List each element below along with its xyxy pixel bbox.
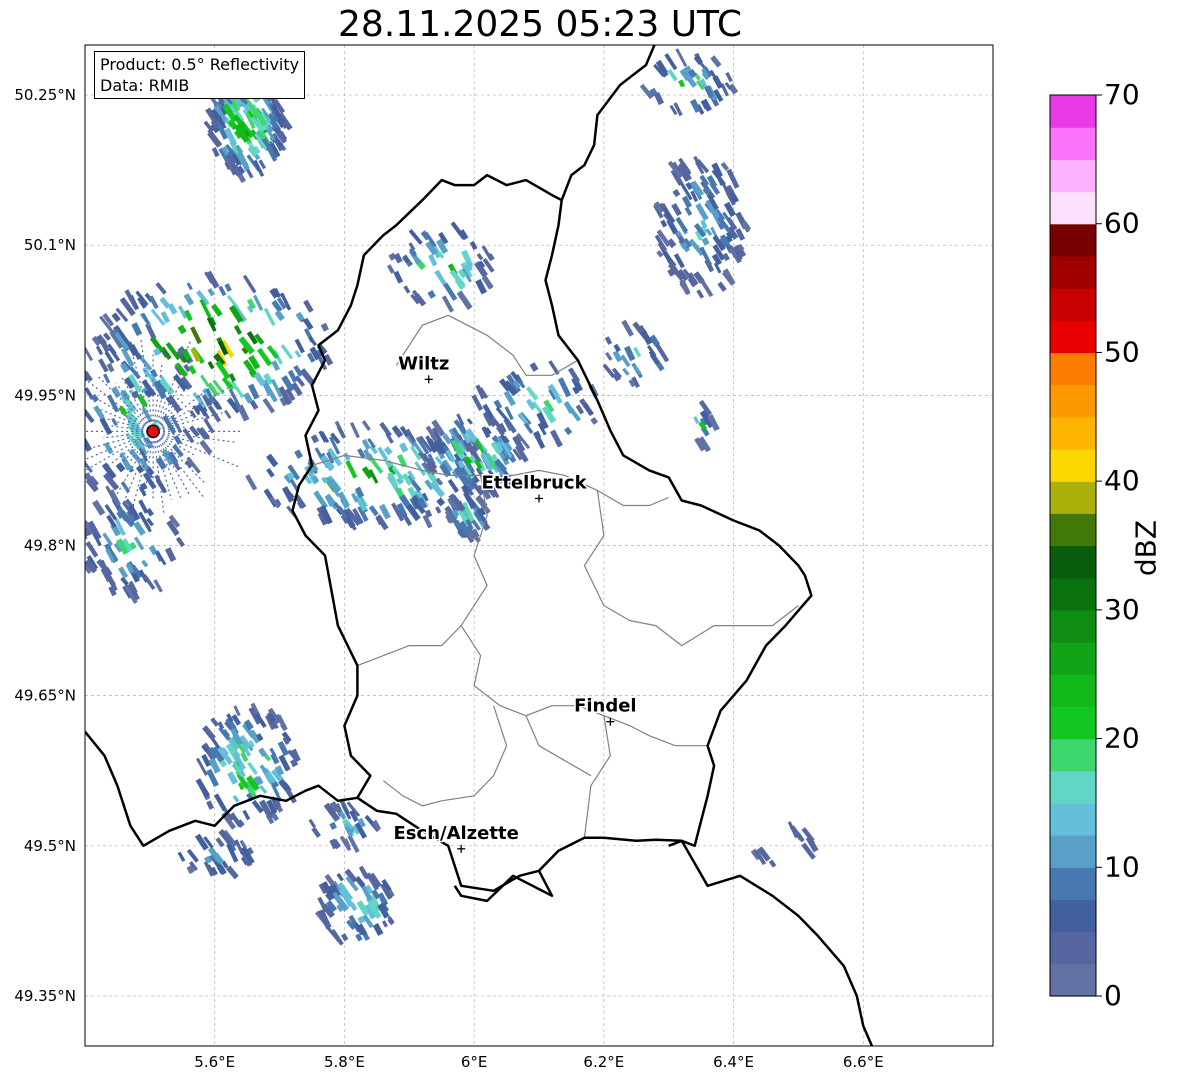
- colorbar-swatch: [1050, 255, 1096, 289]
- product-info-box: Product: 0.5° Reflectivity Data: RMIB: [94, 51, 306, 99]
- colorbar-swatch: [1050, 899, 1096, 933]
- colorbar-swatch: [1050, 802, 1096, 836]
- colorbar-tick-label: 60: [1104, 207, 1140, 240]
- x-tick-label: 6.6°E: [843, 1053, 884, 1071]
- colorbar-swatch: [1050, 159, 1096, 193]
- colorbar-tick-label: 70: [1104, 78, 1140, 111]
- colorbar-swatch: [1050, 674, 1096, 707]
- y-tick-label: 49.35°N: [14, 987, 76, 1005]
- echo-cell: [63, 431, 72, 442]
- colorbar-swatch: [1050, 835, 1096, 868]
- colorbar-swatch: [1050, 352, 1096, 386]
- y-tick-label: 50.25°N: [14, 86, 76, 104]
- y-tick-label: 49.95°N: [14, 386, 76, 404]
- colorbar-swatch: [1050, 288, 1096, 321]
- colorbar-swatch: [1050, 867, 1096, 901]
- colorbar-tick-label: 0: [1104, 979, 1122, 1012]
- y-tick-label: 49.65°N: [14, 687, 76, 705]
- data-source-label: Data: RMIB: [100, 76, 190, 95]
- radar-site-dot: [146, 424, 160, 438]
- colorbar-swatch: [1050, 577, 1096, 611]
- colorbar-swatch: [1050, 513, 1096, 547]
- plot-area: [85, 45, 993, 1046]
- colorbar-swatch: [1050, 770, 1096, 804]
- colorbar-swatch: [1050, 416, 1096, 450]
- echo-cell: [56, 423, 70, 443]
- echo-cell: [70, 450, 80, 462]
- colorbar-swatch: [1050, 191, 1096, 225]
- y-tick-label: 49.8°N: [24, 537, 76, 555]
- x-tick-label: 6.2°E: [583, 1053, 624, 1071]
- colorbar-swatch: [1050, 963, 1096, 997]
- colorbar: 0 10 20 30 40 50 60 70: [1049, 78, 1140, 1012]
- colorbar-tick-label: 30: [1104, 593, 1140, 626]
- city-label: Esch/Alzette: [394, 823, 519, 844]
- colorbar-tick-label: 50: [1104, 335, 1140, 368]
- colorbar-swatch: [1050, 481, 1096, 514]
- colorbar-swatch: [1050, 931, 1096, 965]
- x-tick-label: 6.4°E: [713, 1053, 754, 1071]
- colorbar-swatch: [1050, 609, 1096, 643]
- colorbar-swatch: [1050, 320, 1096, 354]
- colorbar-tick-label: 20: [1104, 722, 1140, 755]
- city-label: Findel: [574, 696, 637, 717]
- x-tick-label: 6°E: [461, 1053, 488, 1071]
- x-axis-ticks: 5.6°E 5.8°E 6°E 6.2°E 6.4°E 6.6°E: [194, 1053, 883, 1071]
- colorbar-swatch: [1050, 738, 1096, 772]
- city-label: Wiltz: [398, 353, 449, 374]
- product-label: Product: 0.5° Reflectivity: [100, 55, 300, 74]
- colorbar-label: dBZ: [1129, 519, 1163, 577]
- colorbar-swatch: [1050, 545, 1096, 579]
- colorbar-swatch: [1050, 384, 1096, 418]
- echo-cell: [63, 415, 73, 427]
- colorbar-swatch: [1050, 706, 1096, 740]
- colorbar-tick-label: 10: [1104, 850, 1140, 883]
- y-axis-ticks: 50.25°N 50.1°N 49.95°N 49.8°N 49.65°N 49.5°N 4…: [14, 86, 76, 1005]
- colorbar-swatch: [1050, 127, 1096, 160]
- echo-cell: [64, 441, 76, 458]
- echo-cell: [62, 435, 71, 444]
- colorbar-swatch: [1050, 642, 1096, 675]
- radar-site-marker: [146, 424, 160, 438]
- y-tick-label: 49.5°N: [24, 837, 76, 855]
- x-tick-label: 5.6°E: [194, 1053, 235, 1071]
- colorbar-swatch: [1050, 223, 1096, 257]
- radar-map: WiltzEttelbruckFindelEsch/Alzette 5.6°E 5…: [14, 44, 1140, 1071]
- y-tick-label: 50.1°N: [24, 236, 76, 254]
- colorbar-swatch: [1050, 95, 1096, 128]
- city-label: Ettelbruck: [481, 472, 587, 493]
- x-tick-label: 5.8°E: [324, 1053, 365, 1071]
- colorbar-tick-label: 40: [1104, 464, 1140, 497]
- colorbar-swatch: [1050, 449, 1096, 482]
